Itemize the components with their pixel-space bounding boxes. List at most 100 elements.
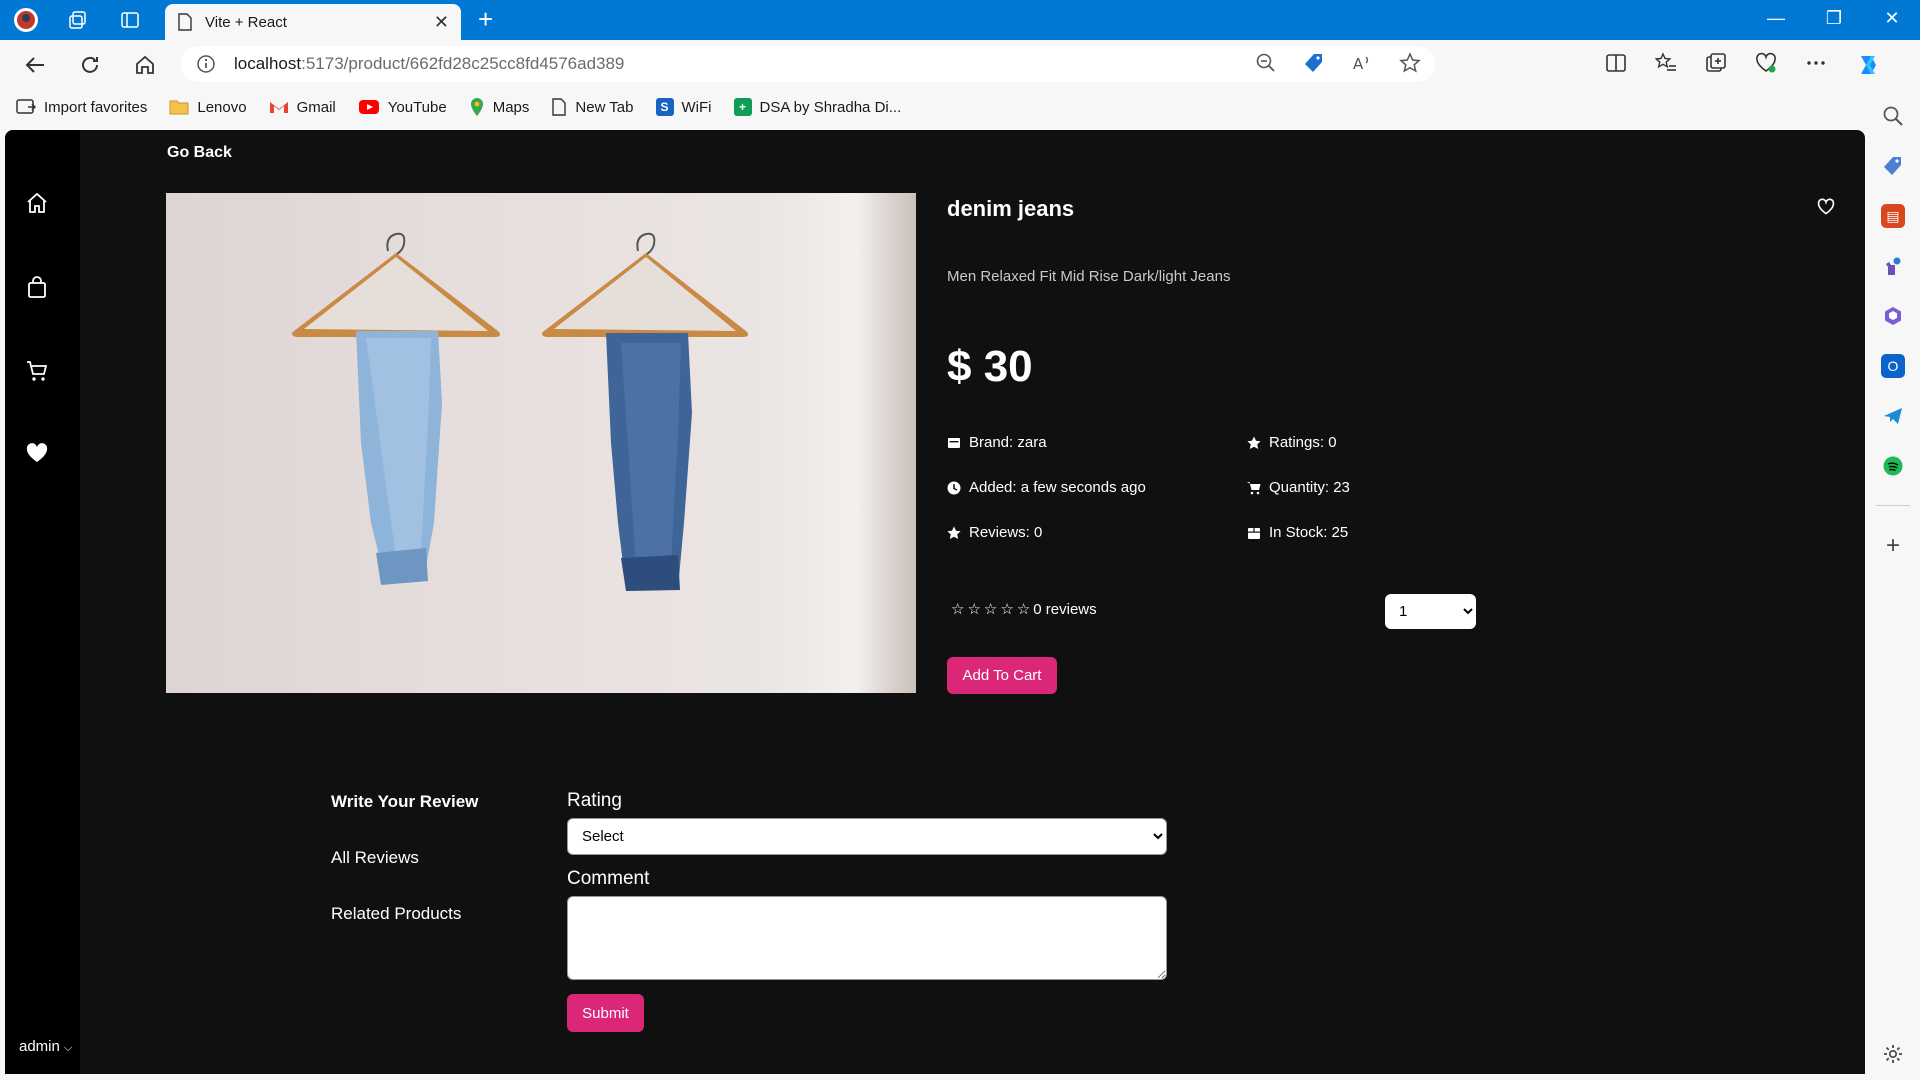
settings-gear-icon[interactable] (1881, 1042, 1905, 1066)
new-tab-icon[interactable]: + (478, 5, 493, 33)
rating-select[interactable]: Select (567, 818, 1167, 855)
quantity-select[interactable]: 1 (1385, 594, 1476, 629)
close-tab-icon[interactable]: ✕ (434, 12, 449, 33)
tab-related-products[interactable]: Related Products (331, 904, 461, 924)
product-ratings: Ratings: 0 (1247, 434, 1337, 451)
rating-label: Rating (567, 790, 622, 811)
user-menu[interactable]: admin ⌵ (19, 1038, 72, 1055)
product-quantity: Quantity: 23 (1247, 479, 1350, 496)
back-icon[interactable] (20, 50, 50, 80)
comment-label: Comment (567, 868, 650, 889)
add-favorite-heart-icon[interactable] (1817, 198, 1837, 218)
comment-textarea[interactable] (567, 896, 1167, 980)
telegram-icon[interactable] (1881, 404, 1905, 428)
read-aloud-icon[interactable]: A (1351, 52, 1373, 74)
address-bar[interactable]: localhost:5173/product/662fd28c25cc8fd45… (180, 46, 1435, 82)
product-image (166, 193, 916, 693)
maps-icon (470, 98, 483, 116)
fav-dsa[interactable]: + DSA by Shradha Di... (733, 98, 902, 116)
home-icon[interactable] (130, 50, 160, 80)
gmail-icon (269, 102, 288, 113)
in-stock-text: In Stock: 25 (1269, 524, 1349, 541)
box-icon (1248, 527, 1260, 539)
favorites-list-icon[interactable] (1655, 52, 1677, 74)
fav-label: DSA by Shradha Di... (759, 98, 902, 116)
tab-write-review[interactable]: Write Your Review (331, 792, 478, 812)
page-icon (178, 13, 192, 31)
shopping-tag-icon[interactable] (1303, 52, 1325, 74)
browser-essentials-icon[interactable] (1755, 52, 1777, 74)
fav-gmail[interactable]: Gmail (269, 99, 336, 116)
product-price: $ 30 (947, 342, 1033, 391)
vertical-tabs-icon[interactable] (116, 6, 144, 34)
nav-home-icon[interactable] (24, 190, 50, 216)
fav-label: Import favorites (44, 98, 148, 116)
submit-review-button[interactable]: Submit (567, 994, 644, 1032)
zoom-out-icon[interactable] (1255, 52, 1277, 74)
product-in-stock: In Stock: 25 (1247, 524, 1348, 541)
star-icon (947, 526, 961, 539)
product-name: denim jeans (947, 196, 1075, 221)
store-icon (948, 437, 960, 448)
url-path: :5173/product/662fd28c25cc8fd4576ad389 (301, 54, 625, 73)
add-to-cart-button[interactable]: Add To Cart (947, 657, 1057, 694)
favorites-bar: Import favorites Lenovo Gmail YouTube Ma… (0, 90, 1920, 124)
tab-vite-react[interactable]: Vite + React ✕ (165, 4, 461, 40)
reviews-count-text: 0 reviews (1033, 600, 1097, 618)
workspaces-icon[interactable] (64, 6, 92, 34)
star-outline-icon: ☆ (951, 601, 965, 618)
site-info-icon[interactable] (196, 54, 216, 74)
nav-favorites-heart-icon[interactable] (24, 440, 50, 466)
product-reviews-count: Reviews: 0 (947, 524, 1042, 541)
outlook-icon[interactable]: O (1881, 354, 1905, 378)
spotify-icon[interactable] (1881, 454, 1905, 478)
nav-shop-bag-icon[interactable] (24, 274, 50, 300)
shopping-icon[interactable] (1881, 154, 1905, 178)
fav-label: Gmail (296, 98, 336, 116)
more-menu-icon[interactable] (1805, 52, 1827, 74)
svg-text:A: A (1353, 55, 1364, 73)
reviews-text: Reviews: 0 (969, 524, 1043, 541)
fav-lenovo[interactable]: Lenovo (169, 98, 247, 116)
ratings-text: Ratings: 0 (1269, 434, 1337, 451)
fav-label: Lenovo (197, 98, 247, 116)
add-icon[interactable]: + (1881, 532, 1905, 559)
fav-maps[interactable]: Maps (469, 97, 529, 117)
nav-cart-icon[interactable] (24, 358, 50, 384)
youtube-icon (358, 100, 379, 114)
brand-text: Brand: zara (969, 434, 1047, 451)
sheets-icon: + (733, 98, 752, 116)
go-back-link[interactable]: Go Back (167, 144, 232, 162)
split-screen-icon[interactable] (1605, 52, 1627, 74)
browser-toolbar: localhost:5173/product/662fd28c25cc8fd45… (0, 40, 1920, 88)
favorite-star-icon[interactable] (1399, 52, 1421, 74)
star-outline-icon: ☆ (967, 601, 981, 618)
search-icon[interactable] (1881, 104, 1905, 128)
tab-all-reviews[interactable]: All Reviews (331, 848, 419, 868)
fav-youtube[interactable]: YouTube (358, 99, 447, 116)
fav-import-favorites[interactable]: Import favorites (16, 98, 147, 116)
edge-sidebar: ▤ O + (1866, 90, 1920, 1080)
copilot-icon[interactable] (1855, 52, 1881, 78)
page-icon (552, 98, 567, 116)
star-icon (1247, 436, 1261, 449)
chevron-down-icon: ⌵ (64, 1042, 73, 1054)
microsoft365-icon[interactable] (1881, 304, 1905, 328)
refresh-icon[interactable] (75, 50, 105, 80)
added-text: Added: a few seconds ago (969, 479, 1146, 496)
fav-label: WiFi (681, 98, 712, 116)
minimize-icon[interactable]: — (1756, 8, 1796, 29)
close-window-icon[interactable]: ✕ (1872, 8, 1912, 29)
games-icon[interactable] (1881, 254, 1905, 278)
sidebar-divider (1876, 505, 1910, 506)
tools-icon[interactable]: ▤ (1881, 204, 1905, 228)
user-name: admin (19, 1038, 60, 1055)
folder-icon (169, 100, 189, 115)
fav-wifi[interactable]: S WiFi (655, 98, 712, 116)
tab-title: Vite + React (205, 13, 287, 31)
restore-icon[interactable]: ❐ (1814, 8, 1854, 29)
profile-avatar-icon[interactable] (12, 6, 40, 34)
fav-new-tab[interactable]: New Tab (551, 98, 634, 116)
clock-icon (947, 481, 961, 494)
collections-icon[interactable] (1705, 52, 1727, 74)
